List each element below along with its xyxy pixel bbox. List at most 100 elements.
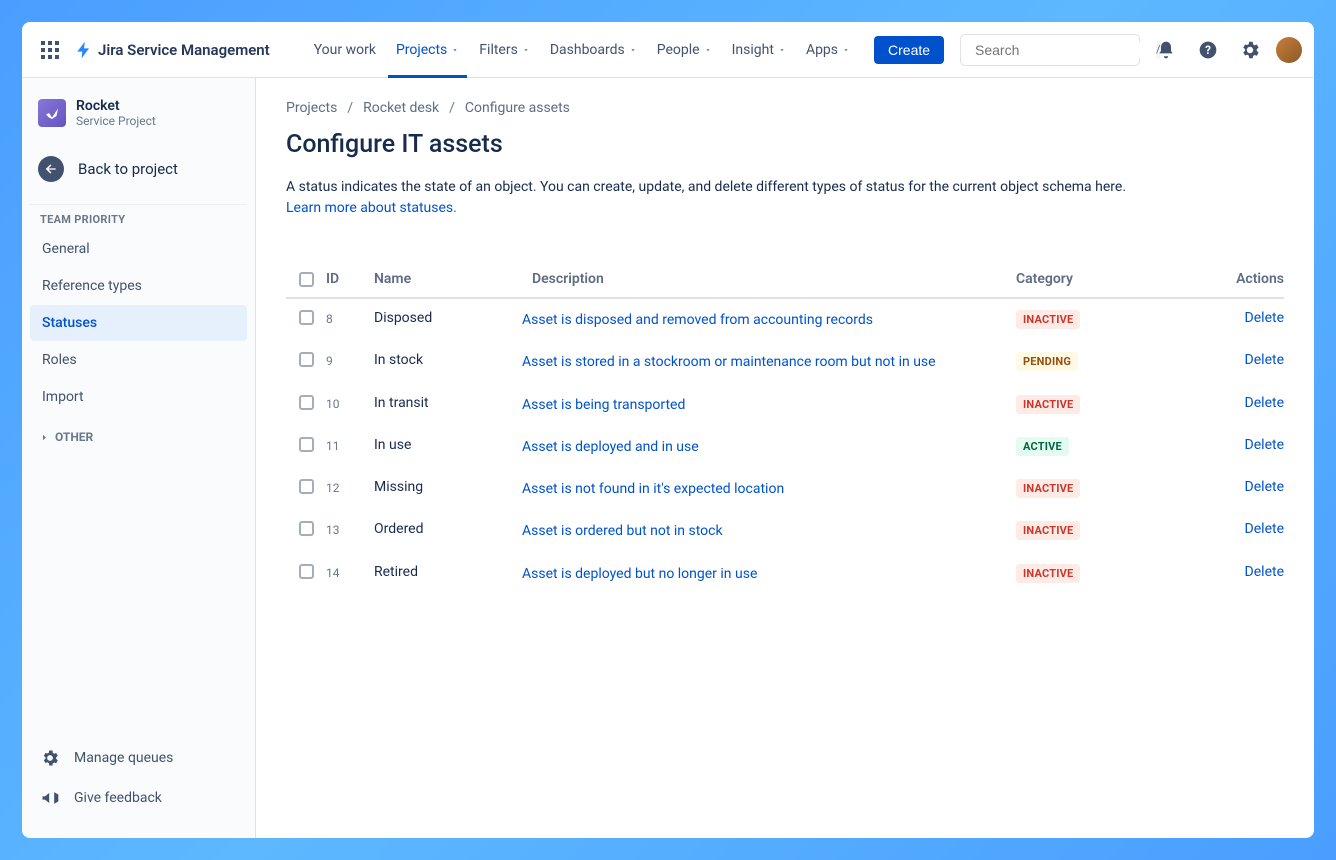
column-header-name[interactable]: Name: [374, 271, 522, 287]
sidebar-item-general[interactable]: General: [30, 231, 247, 267]
row-id: 11: [326, 437, 374, 453]
project-subtitle: Service Project: [76, 114, 156, 128]
breadcrumb: Projects/Rocket desk/Configure assets: [286, 100, 1284, 116]
settings-icon[interactable]: [1234, 34, 1266, 66]
other-label: OTHER: [55, 430, 93, 444]
column-header-description[interactable]: Description: [522, 271, 1016, 287]
row-checkbox[interactable]: [299, 564, 314, 579]
nav-item-your-work[interactable]: Your work: [306, 36, 384, 64]
sidebar-item-import[interactable]: Import: [30, 379, 247, 415]
status-badge: INACTIVE: [1016, 564, 1080, 583]
sidebar-item-statuses[interactable]: Statuses: [30, 305, 247, 341]
chevron-down-icon: [629, 46, 637, 54]
breadcrumb-item[interactable]: Projects: [286, 100, 337, 116]
row-id: 13: [326, 521, 374, 537]
delete-link[interactable]: Delete: [1226, 437, 1284, 453]
row-id: 14: [326, 564, 374, 580]
sidebar-item-roles[interactable]: Roles: [30, 342, 247, 378]
sidebar-section-label: TEAM PRIORITY: [30, 204, 247, 230]
column-header-id[interactable]: ID: [326, 271, 374, 287]
row-checkbox[interactable]: [299, 352, 314, 367]
nav-item-dashboards[interactable]: Dashboards: [542, 36, 645, 64]
row-name: Missing: [374, 479, 522, 495]
row-name: In use: [374, 437, 522, 453]
product-logo[interactable]: Jira Service Management: [70, 40, 274, 60]
back-arrow-icon: [38, 156, 64, 182]
row-description-link[interactable]: Asset is disposed and removed from accou…: [522, 310, 1016, 330]
learn-more-link[interactable]: Learn more about statuses.: [286, 200, 457, 216]
help-icon[interactable]: ?: [1192, 34, 1224, 66]
main-content: Projects/Rocket desk/Configure assets Co…: [256, 78, 1314, 838]
row-description-link[interactable]: Asset is being transported: [522, 395, 1016, 415]
row-checkbox[interactable]: [299, 521, 314, 536]
nav-item-insight[interactable]: Insight: [724, 36, 794, 64]
table-row: 11In useAsset is deployed and in useACTI…: [286, 426, 1284, 468]
sidebar-footer-manage-queues[interactable]: Manage queues: [30, 738, 247, 778]
row-id: 10: [326, 395, 374, 411]
chevron-down-icon: [778, 46, 786, 54]
delete-link[interactable]: Delete: [1226, 564, 1284, 580]
row-checkbox[interactable]: [299, 437, 314, 452]
table-header-row: ID Name Description Category Actions: [286, 263, 1284, 299]
chevron-down-icon: [842, 46, 850, 54]
delete-link[interactable]: Delete: [1226, 310, 1284, 326]
delete-link[interactable]: Delete: [1226, 521, 1284, 537]
table-row: 14RetiredAsset is deployed but no longer…: [286, 553, 1284, 595]
create-button[interactable]: Create: [874, 36, 944, 64]
svg-text:?: ?: [1205, 43, 1211, 57]
status-badge: INACTIVE: [1016, 395, 1080, 414]
back-to-project-link[interactable]: Back to project: [30, 146, 247, 200]
nav-item-label: Filters: [479, 42, 518, 58]
select-all-checkbox[interactable]: [299, 272, 314, 287]
sidebar-footer-give-feedback[interactable]: Give feedback: [30, 778, 247, 818]
status-badge: INACTIVE: [1016, 479, 1080, 498]
nav-item-label: Apps: [806, 42, 838, 58]
jira-bolt-icon: [74, 40, 94, 60]
row-description-link[interactable]: Asset is ordered but not in stock: [522, 521, 1016, 541]
column-header-category[interactable]: Category: [1016, 271, 1226, 287]
project-header[interactable]: Rocket Service Project: [30, 98, 247, 146]
product-name: Jira Service Management: [98, 41, 270, 59]
delete-link[interactable]: Delete: [1226, 479, 1284, 495]
sidebar-other-toggle[interactable]: OTHER: [30, 416, 247, 452]
nav-item-apps[interactable]: Apps: [798, 36, 858, 64]
row-id: 9: [326, 352, 374, 368]
table-row: 8DisposedAsset is disposed and removed f…: [286, 299, 1284, 341]
row-name: Retired: [374, 564, 522, 580]
nav-item-label: Projects: [396, 42, 447, 58]
gear-icon: [40, 748, 60, 768]
notifications-icon[interactable]: [1150, 34, 1182, 66]
nav-item-filters[interactable]: Filters: [471, 36, 538, 64]
page-description: A status indicates the state of an objec…: [286, 179, 1126, 195]
row-checkbox[interactable]: [299, 310, 314, 325]
row-checkbox[interactable]: [299, 479, 314, 494]
project-name: Rocket: [76, 98, 156, 114]
delete-link[interactable]: Delete: [1226, 395, 1284, 411]
search-input[interactable]: [975, 42, 1156, 58]
row-id: 12: [326, 479, 374, 495]
breadcrumb-item[interactable]: Configure assets: [465, 100, 570, 116]
row-name: In stock: [374, 352, 522, 368]
status-badge: PENDING: [1016, 352, 1078, 371]
row-checkbox[interactable]: [299, 395, 314, 410]
row-description-link[interactable]: Asset is stored in a stockroom or mainte…: [522, 352, 1016, 372]
search-box[interactable]: /: [960, 34, 1140, 66]
chevron-right-icon: [40, 433, 49, 442]
nav-item-projects[interactable]: Projects: [388, 36, 467, 64]
nav-item-people[interactable]: People: [649, 36, 720, 64]
table-row: 13OrderedAsset is ordered but not in sto…: [286, 510, 1284, 552]
user-avatar[interactable]: [1276, 37, 1302, 63]
nav-item-label: Your work: [314, 42, 376, 58]
row-description-link[interactable]: Asset is deployed but no longer in use: [522, 564, 1016, 584]
column-header-actions: Actions: [1226, 271, 1284, 287]
chevron-down-icon: [522, 46, 530, 54]
page-title: Configure IT assets: [286, 130, 1284, 159]
back-label: Back to project: [78, 160, 178, 178]
app-switcher-icon[interactable]: [34, 34, 66, 66]
sidebar-item-reference-types[interactable]: Reference types: [30, 268, 247, 304]
row-description-link[interactable]: Asset is deployed and in use: [522, 437, 1016, 457]
row-description-link[interactable]: Asset is not found in it's expected loca…: [522, 479, 1016, 499]
footer-item-label: Manage queues: [74, 750, 173, 766]
breadcrumb-item[interactable]: Rocket desk: [363, 100, 439, 116]
delete-link[interactable]: Delete: [1226, 352, 1284, 368]
